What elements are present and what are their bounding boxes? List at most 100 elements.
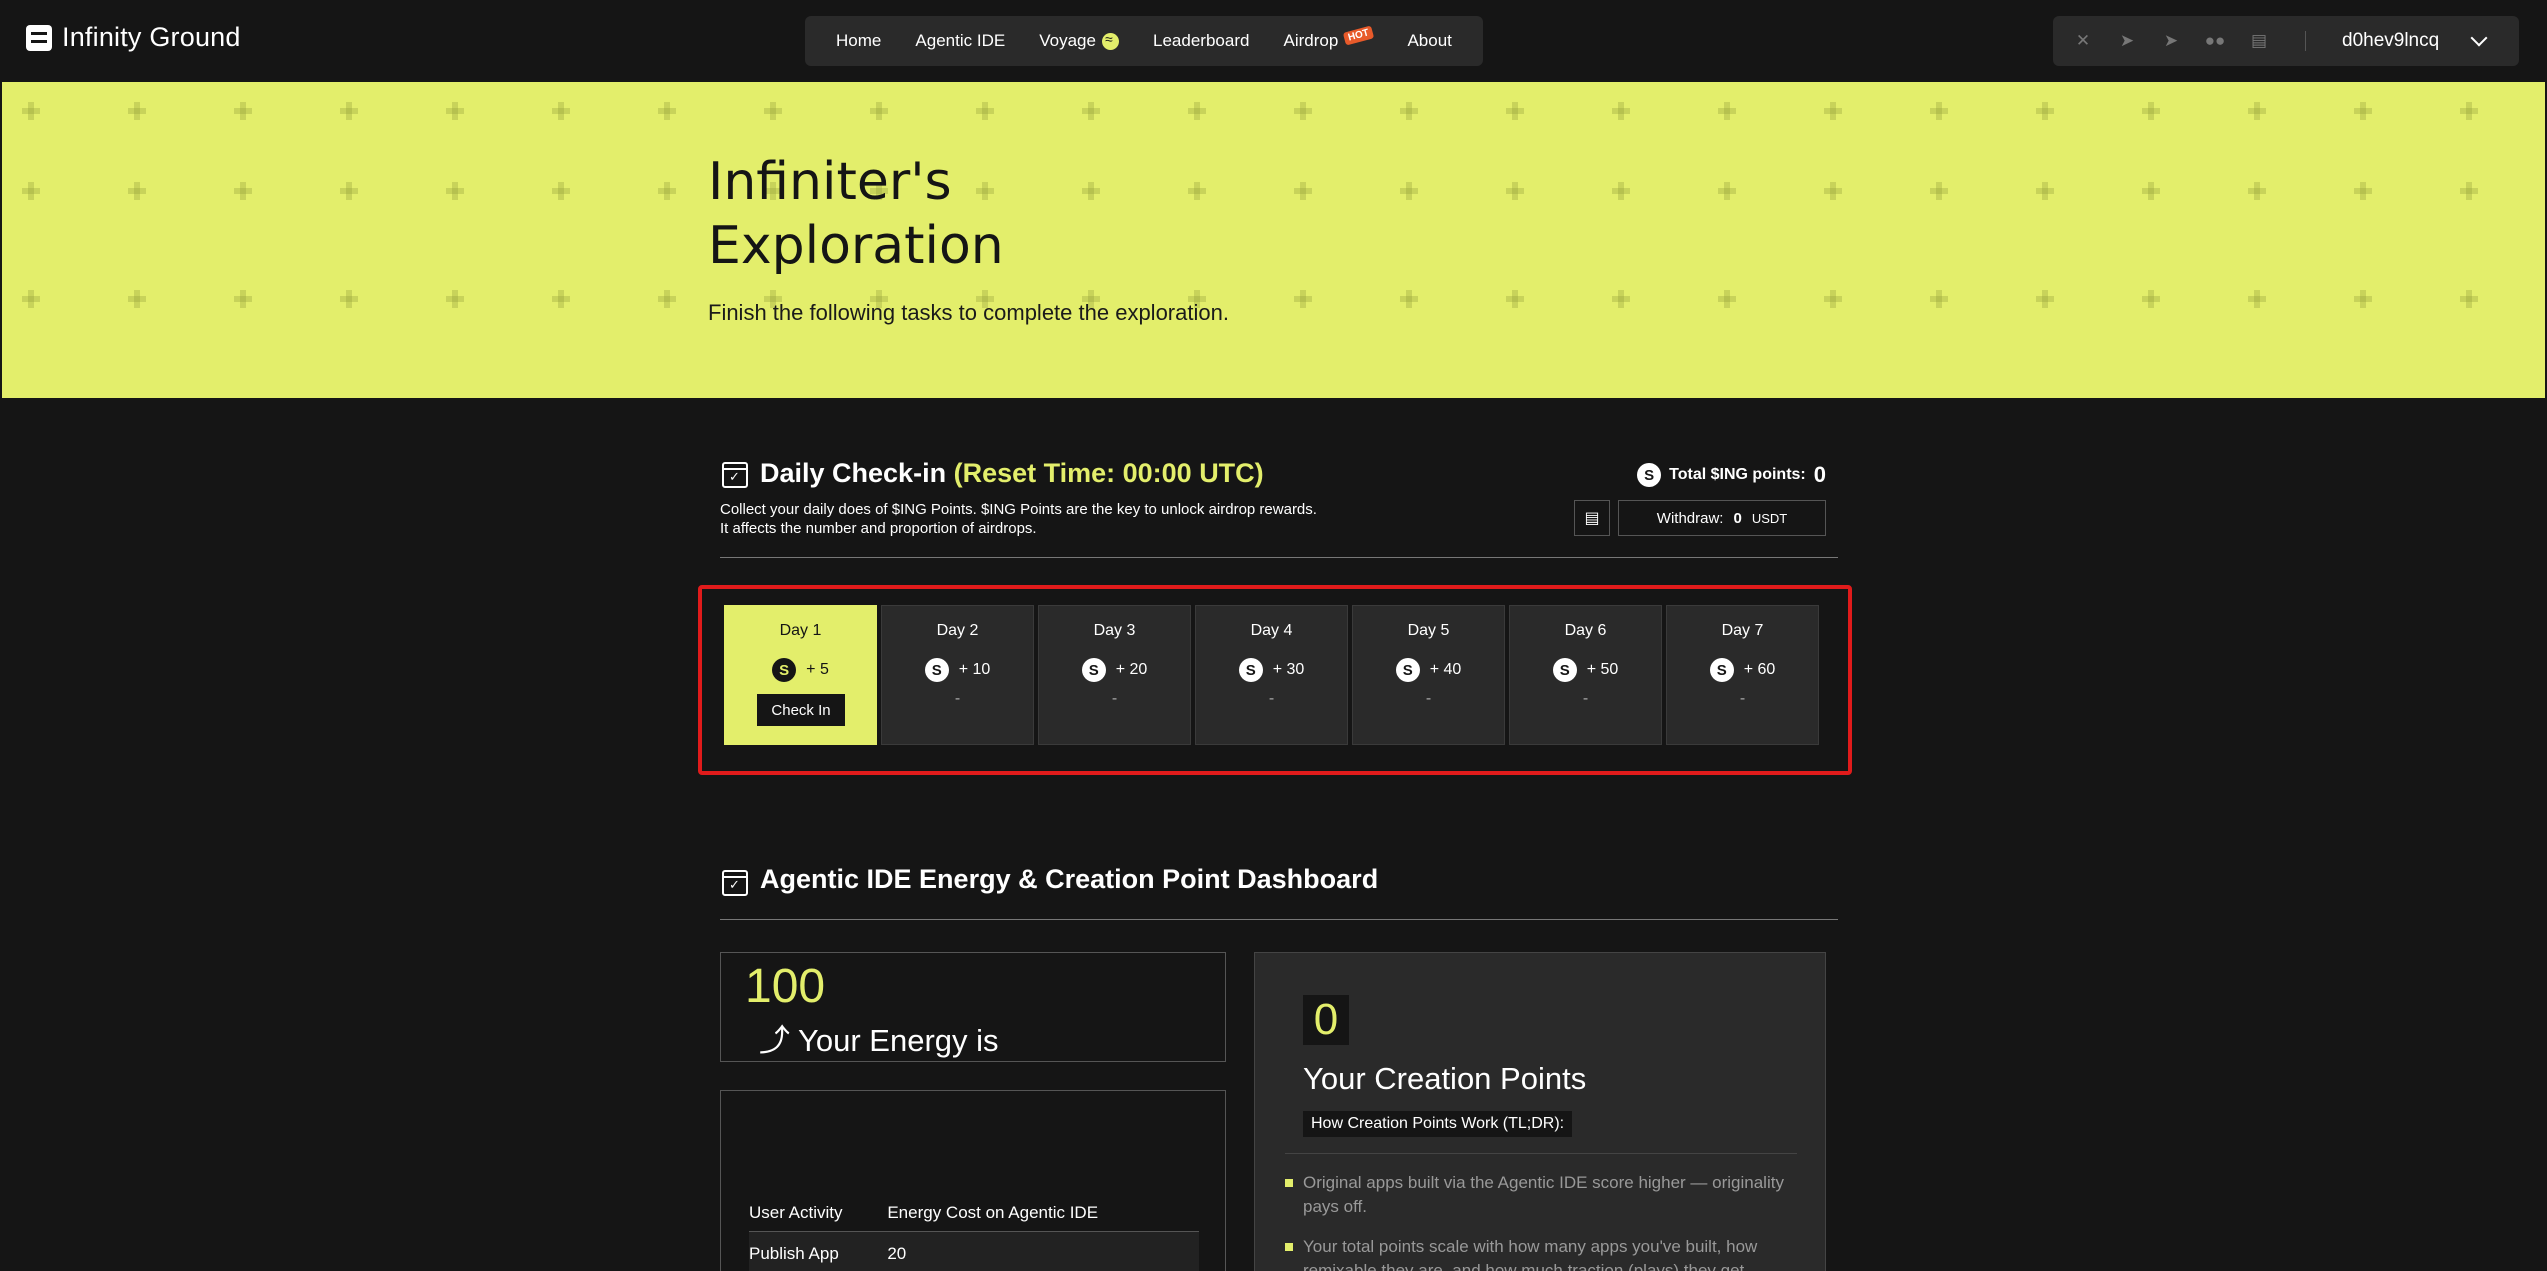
day-label: Day 5 xyxy=(1407,622,1450,639)
checkin-reset-time: (Reset Time: 00:00 UTC) xyxy=(953,458,1264,488)
check-in-button[interactable]: Check In xyxy=(757,694,845,726)
pattern-cross xyxy=(22,182,40,200)
nav-agentic-ide[interactable]: Agentic IDE xyxy=(915,31,1005,51)
pattern-cross xyxy=(1718,182,1736,200)
hero-title: Infiniter's Exploration xyxy=(708,150,1004,278)
username[interactable]: d0hev9lncq xyxy=(2342,30,2439,52)
energy-label: ⤴ Your Energy is xyxy=(759,1023,999,1058)
nav-leaderboard[interactable]: Leaderboard xyxy=(1153,31,1249,51)
dashboard-title-part: Dashboard xyxy=(1237,864,1379,894)
coin-icon: S xyxy=(1238,658,1263,682)
nav-home-label: Home xyxy=(836,31,882,50)
pattern-cross xyxy=(1400,102,1418,120)
day-reward-value: + 30 xyxy=(1272,661,1305,678)
logo-icon xyxy=(26,24,52,51)
pattern-cross xyxy=(2460,102,2478,120)
chevron-down-icon[interactable] xyxy=(2470,29,2488,47)
total-points-label: Total $ING points: xyxy=(1669,466,1806,483)
copy-button[interactable]: ▤ xyxy=(1574,500,1610,536)
withdraw-label: Withdraw: xyxy=(1656,509,1724,527)
day-status: - xyxy=(1582,690,1589,707)
divider xyxy=(720,919,1838,920)
telegram-icon[interactable]: ➤ xyxy=(2117,31,2137,51)
day-card[interactable]: Day 3 S + 20 - xyxy=(1038,605,1191,745)
pattern-cross xyxy=(1294,182,1312,200)
withdraw-unit: USDT xyxy=(1751,510,1788,526)
pattern-cross xyxy=(128,182,146,200)
energy-cost-table: User Activity Energy Cost on Agentic IDE… xyxy=(749,1195,1199,1271)
hot-badge: HOT xyxy=(1343,24,1375,46)
nav-about[interactable]: About xyxy=(1407,31,1451,51)
pattern-cross xyxy=(128,102,146,120)
nav-about-label: About xyxy=(1407,31,1452,50)
checkin-description: Collect your daily does of $ING Points. … xyxy=(720,501,1317,537)
pattern-cross xyxy=(234,102,252,120)
pattern-cross xyxy=(340,102,358,120)
day-reward-value: + 40 xyxy=(1429,661,1462,678)
telegram-icon[interactable]: ➤ xyxy=(2161,31,2181,51)
logo[interactable]: Infinity Ground xyxy=(26,22,241,53)
nav-voyage[interactable]: Voyage xyxy=(1039,31,1119,51)
day-reward: S + 50 xyxy=(1510,658,1661,682)
day-reward: S + 20 xyxy=(1039,658,1190,682)
nav-home[interactable]: Home xyxy=(836,31,881,51)
pattern-cross xyxy=(552,290,570,308)
pattern-cross xyxy=(1506,102,1524,120)
day-card[interactable]: Day 5 S + 40 - xyxy=(1352,605,1505,745)
dashboard-title-part: & xyxy=(1018,864,1038,894)
checkin-days-highlight: Day 1 S + 5 Check In Day 2 S + 10 - Day 3 … xyxy=(698,585,1852,775)
divider xyxy=(2305,31,2306,51)
pattern-cross xyxy=(1718,102,1736,120)
coin-icon: S xyxy=(924,658,949,682)
nav-airdrop[interactable]: Airdrop HOT xyxy=(1283,24,1375,51)
x-icon[interactable]: ✕ xyxy=(2073,31,2093,51)
withdraw-button[interactable]: Withdraw: 0 USDT xyxy=(1618,500,1826,536)
dashboard-title-part: Agentic IDE xyxy=(760,864,912,894)
pattern-cross xyxy=(2354,182,2372,200)
day-reward: S + 30 xyxy=(1196,658,1347,682)
day-card[interactable]: Day 1 S + 5 Check In xyxy=(724,605,877,745)
docs-icon[interactable]: ▤ xyxy=(2249,31,2269,51)
pattern-cross xyxy=(234,290,252,308)
pattern-cross xyxy=(446,290,464,308)
pattern-cross xyxy=(22,290,40,308)
top-bar: Infinity Ground Home Agentic IDE Voyage … xyxy=(0,0,2547,80)
day-reward-value: + 20 xyxy=(1115,661,1148,678)
day-card[interactable]: Day 7 S + 60 - xyxy=(1666,605,1819,745)
pattern-cross xyxy=(552,102,570,120)
calendar-check-icon xyxy=(722,462,748,488)
day-status: - xyxy=(954,690,961,707)
creation-points-value: 0 xyxy=(1303,995,1349,1045)
list-item: Your total points scale with how many ap… xyxy=(1285,1235,1797,1271)
pattern-cross xyxy=(22,102,40,120)
day-label: Day 7 xyxy=(1721,622,1764,639)
energy-cost-card: User Activity Energy Cost on Agentic IDE… xyxy=(720,1090,1226,1271)
total-points: S Total $ING points: 0 xyxy=(1637,462,1826,488)
pattern-cross xyxy=(2248,290,2266,308)
table-row: Publish App 20 xyxy=(749,1231,1199,1271)
pattern-cross xyxy=(1400,182,1418,200)
creation-points-title: Your Creation Points xyxy=(1303,1061,1587,1096)
withdraw-amount: 0 xyxy=(1733,509,1742,527)
calendar-check-icon xyxy=(722,870,748,896)
day-card[interactable]: Day 2 S + 10 - xyxy=(881,605,1034,745)
checkin-days: Day 1 S + 5 Check In Day 2 S + 10 - Day 3 … xyxy=(724,605,1819,745)
coin-icon: S xyxy=(1637,463,1662,487)
pattern-cross xyxy=(2460,290,2478,308)
coin-icon: S xyxy=(1395,658,1420,682)
logo-text: Infinity Ground xyxy=(62,22,241,52)
dashboard-title: Agentic IDE Energy & Creation Point Dash… xyxy=(760,864,1378,895)
pattern-cross xyxy=(1082,182,1100,200)
dashboard-title-part: Creation Point xyxy=(1045,864,1230,894)
day-card[interactable]: Day 4 S + 30 - xyxy=(1195,605,1348,745)
day-status: - xyxy=(1111,690,1118,707)
pattern-cross xyxy=(1612,182,1630,200)
pattern-cross xyxy=(1294,102,1312,120)
pattern-cross xyxy=(1188,182,1206,200)
medium-icon[interactable]: ●● xyxy=(2205,31,2226,51)
pattern-cross xyxy=(2036,290,2054,308)
nav-airdrop-label: Airdrop xyxy=(1283,31,1339,50)
daily-checkin-header: Daily Check-in (Reset Time: 00:00 UTC) C… xyxy=(720,458,1838,558)
pattern-cross xyxy=(2036,102,2054,120)
day-card[interactable]: Day 6 S + 50 - xyxy=(1509,605,1662,745)
